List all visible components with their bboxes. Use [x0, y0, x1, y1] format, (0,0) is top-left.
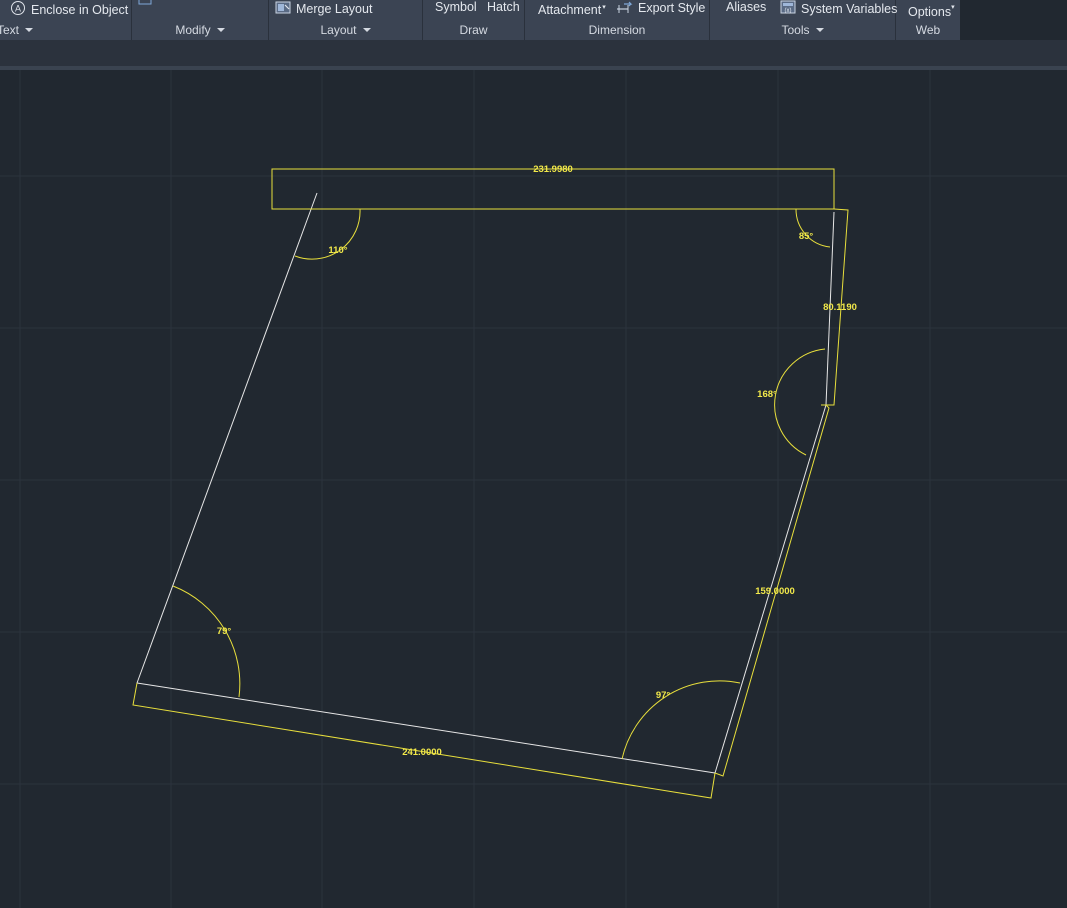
web-panel-label: Web	[915, 23, 941, 37]
top-dimension-box[interactable]	[271, 168, 835, 210]
chevron-down-icon	[25, 28, 34, 32]
export-style-icon	[617, 1, 633, 13]
web-panel: Options▾ Web	[896, 0, 960, 40]
angle-label-top-right: 85°	[799, 231, 814, 242]
angle-label-top-left: 110°	[328, 245, 347, 256]
dim-bottom-label: 241.0000	[402, 747, 442, 758]
layout-panel-label: Layout	[320, 23, 357, 37]
grid	[0, 70, 1067, 908]
drawing-canvas[interactable]: 231.9980 80.1190 159.0000 241.0000 110° …	[0, 70, 1067, 908]
export-style-label: Export Style	[638, 1, 706, 15]
chevron-down-icon	[815, 28, 824, 32]
text-panel-dropdown[interactable]: Text	[0, 23, 131, 38]
dimension-panel: Attachment▾ Export Style Dimension	[525, 0, 710, 40]
angle-label-right: 168°	[757, 389, 777, 400]
dim-right-upper-label: 80.1190	[823, 302, 857, 313]
bottom-edge[interactable]	[136, 682, 716, 774]
angle-label-bottom-right: 97°	[656, 690, 671, 701]
system-variables-label: System Variables	[801, 2, 898, 16]
system-variables-icon: (x)	[780, 0, 796, 14]
hatch-button[interactable]: Hatch	[487, 0, 520, 16]
text-panel: A Enclose in Object Text	[0, 0, 132, 40]
modify-panel-label: Modify	[175, 23, 211, 37]
dimension-annotations[interactable]	[132, 168, 849, 799]
dim-right-lower-label: 159.0000	[755, 586, 795, 597]
dimension-panel-label: Dimension	[588, 23, 646, 37]
enclose-icon: A	[11, 1, 25, 15]
tools-panel: Aliases (x) System Variables Tools	[710, 0, 897, 40]
angle-label-bottom-left: 79°	[217, 626, 232, 637]
small-dropdown-icon: ▾	[602, 4, 606, 11]
text-panel-label: Text	[0, 23, 20, 37]
svg-text:(x): (x)	[785, 8, 792, 14]
symbol-button[interactable]: Symbol	[435, 0, 477, 16]
ribbon-tab-strip	[0, 40, 1067, 66]
enclose-in-object-button[interactable]: A Enclose in Object	[10, 0, 129, 17]
draw-panel-label: Draw	[459, 23, 488, 37]
svg-text:A: A	[15, 4, 21, 14]
dimension-labels: 231.9980 80.1190 159.0000 241.0000 110° …	[217, 164, 857, 758]
merge-layout-button[interactable]: Merge Layout	[275, 0, 372, 16]
merge-layout-label: Merge Layout	[296, 2, 373, 16]
chevron-down-icon	[362, 28, 371, 32]
system-variables-button[interactable]: (x) System Variables	[780, 0, 897, 16]
merge-layout-icon	[275, 1, 291, 14]
enclose-in-object-label: Enclose in Object	[31, 3, 129, 17]
modify-panel-dropdown[interactable]: Modify	[132, 23, 268, 38]
polygon-outline[interactable]	[136, 192, 835, 774]
angle-arc-right[interactable]	[774, 348, 826, 456]
export-style-button[interactable]: Export Style	[616, 0, 705, 16]
modify-tool-icon	[138, 0, 152, 5]
layout-panel: Merge Layout Layout	[269, 0, 423, 40]
tools-panel-label: Tools	[781, 23, 810, 37]
layout-panel-dropdown[interactable]: Layout	[269, 23, 422, 38]
modify-tool-button[interactable]	[138, 0, 159, 10]
draw-panel: Symbol Hatch Draw	[423, 0, 525, 40]
attachment-label: Attachment	[538, 3, 602, 17]
options-label: Options	[908, 5, 952, 19]
angle-arc-bottom-left[interactable]	[172, 585, 241, 698]
options-button[interactable]: Options▾	[908, 0, 955, 19]
chevron-down-icon	[216, 28, 225, 32]
tools-panel-dropdown[interactable]: Tools	[710, 23, 895, 38]
aliases-button[interactable]: Aliases	[726, 0, 766, 16]
left-edge[interactable]	[136, 192, 318, 684]
modify-panel: Modify	[132, 0, 269, 40]
dim-top-label: 231.9980	[533, 164, 573, 175]
small-dropdown-icon: ▾	[951, 4, 955, 11]
attachment-button[interactable]: Attachment▾	[538, 0, 606, 17]
ribbon: A Enclose in Object Text Modify Merge La…	[0, 0, 960, 40]
